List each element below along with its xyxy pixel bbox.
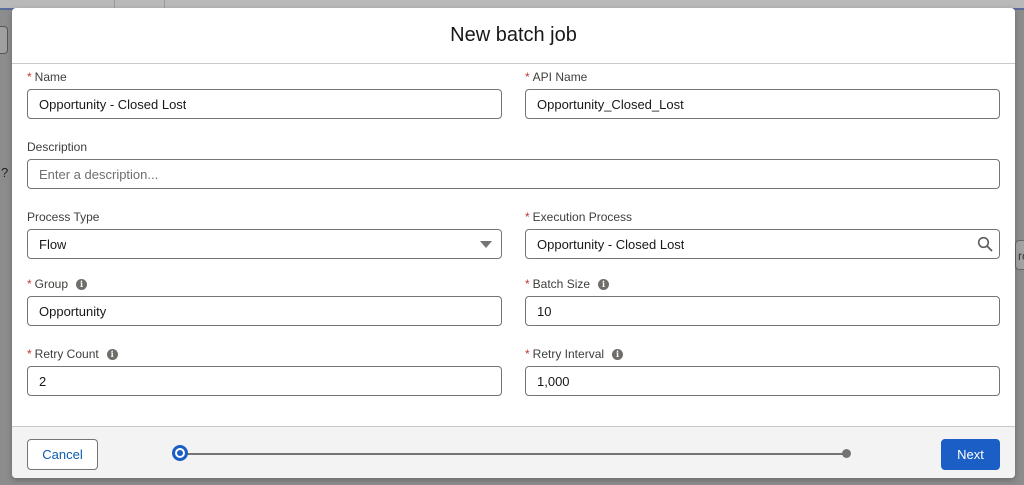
- background-button: rc: [1015, 240, 1024, 270]
- name-value: Opportunity - Closed Lost: [39, 96, 187, 112]
- required-marker: *: [27, 347, 32, 361]
- required-marker: *: [27, 277, 32, 291]
- background-button: [0, 26, 8, 54]
- info-icon[interactable]: i: [106, 348, 118, 360]
- group-value: Opportunity: [39, 303, 107, 319]
- name-input[interactable]: Opportunity - Closed Lost: [27, 89, 502, 119]
- progress-step-1-current[interactable]: [172, 445, 188, 461]
- retry-interval-input[interactable]: 1,000: [525, 366, 1000, 396]
- description-placeholder: Enter a description...: [39, 166, 159, 182]
- retry-count-value: 2: [39, 373, 47, 389]
- execution-process-label: Execution Process: [532, 210, 633, 224]
- batch-size-value: 10: [537, 303, 552, 319]
- info-icon[interactable]: i: [76, 278, 88, 290]
- process-type-label: Process Type: [27, 210, 100, 224]
- description-label: Description: [27, 140, 88, 154]
- progress-track: [182, 453, 847, 455]
- next-button[interactable]: Next: [941, 439, 1000, 470]
- group-field: * Group i Opportunity: [27, 276, 502, 326]
- search-icon[interactable]: [977, 236, 993, 252]
- group-label: Group: [34, 277, 69, 291]
- chevron-down-icon: [480, 241, 492, 248]
- retry-interval-field: * Retry Interval i 1,000: [525, 346, 1000, 396]
- api-name-value: Opportunity_Closed_Lost: [537, 96, 684, 112]
- required-marker: *: [27, 70, 32, 84]
- description-field: Description Enter a description...: [27, 139, 1000, 189]
- background-tab: [115, 0, 165, 8]
- background-tab: [0, 0, 115, 8]
- retry-interval-value: 1,000: [537, 373, 570, 389]
- modal-footer: Cancel Next: [12, 426, 1015, 478]
- info-icon[interactable]: i: [612, 348, 624, 360]
- background-text: ?: [1, 165, 9, 180]
- retry-count-field: * Retry Count i 2: [27, 346, 502, 396]
- required-marker: *: [525, 210, 530, 224]
- api-name-label: API Name: [532, 70, 588, 84]
- info-icon[interactable]: i: [598, 278, 610, 290]
- modal-header: New batch job: [12, 8, 1015, 64]
- process-type-field: Process Type Flow: [27, 209, 502, 259]
- new-batch-job-modal: New batch job * Name Opportunity - Close…: [12, 8, 1015, 478]
- execution-process-lookup[interactable]: Opportunity - Closed Lost: [525, 229, 1000, 259]
- api-name-field: * API Name Opportunity_Closed_Lost: [525, 69, 1000, 119]
- name-label: Name: [34, 70, 67, 84]
- description-input[interactable]: Enter a description...: [27, 159, 1000, 189]
- required-marker: *: [525, 347, 530, 361]
- process-type-value: Flow: [39, 236, 67, 252]
- batch-size-field: * Batch Size i 10: [525, 276, 1000, 326]
- retry-interval-label: Retry Interval: [532, 347, 605, 361]
- retry-count-label: Retry Count: [34, 347, 99, 361]
- process-type-select[interactable]: Flow: [27, 229, 502, 259]
- execution-process-field: * Execution Process Opportunity - Closed…: [525, 209, 1000, 259]
- modal-title: New batch job: [450, 24, 577, 46]
- progress-step-2[interactable]: [842, 449, 851, 458]
- cancel-button[interactable]: Cancel: [27, 439, 98, 470]
- background-text: rc: [1018, 249, 1024, 263]
- required-marker: *: [525, 70, 530, 84]
- batch-size-label: Batch Size: [532, 277, 591, 291]
- group-input[interactable]: Opportunity: [27, 296, 502, 326]
- batch-size-input[interactable]: 10: [525, 296, 1000, 326]
- execution-process-value: Opportunity - Closed Lost: [537, 236, 685, 252]
- required-marker: *: [525, 277, 530, 291]
- retry-count-input[interactable]: 2: [27, 366, 502, 396]
- name-field: * Name Opportunity - Closed Lost: [27, 69, 502, 119]
- api-name-input[interactable]: Opportunity_Closed_Lost: [525, 89, 1000, 119]
